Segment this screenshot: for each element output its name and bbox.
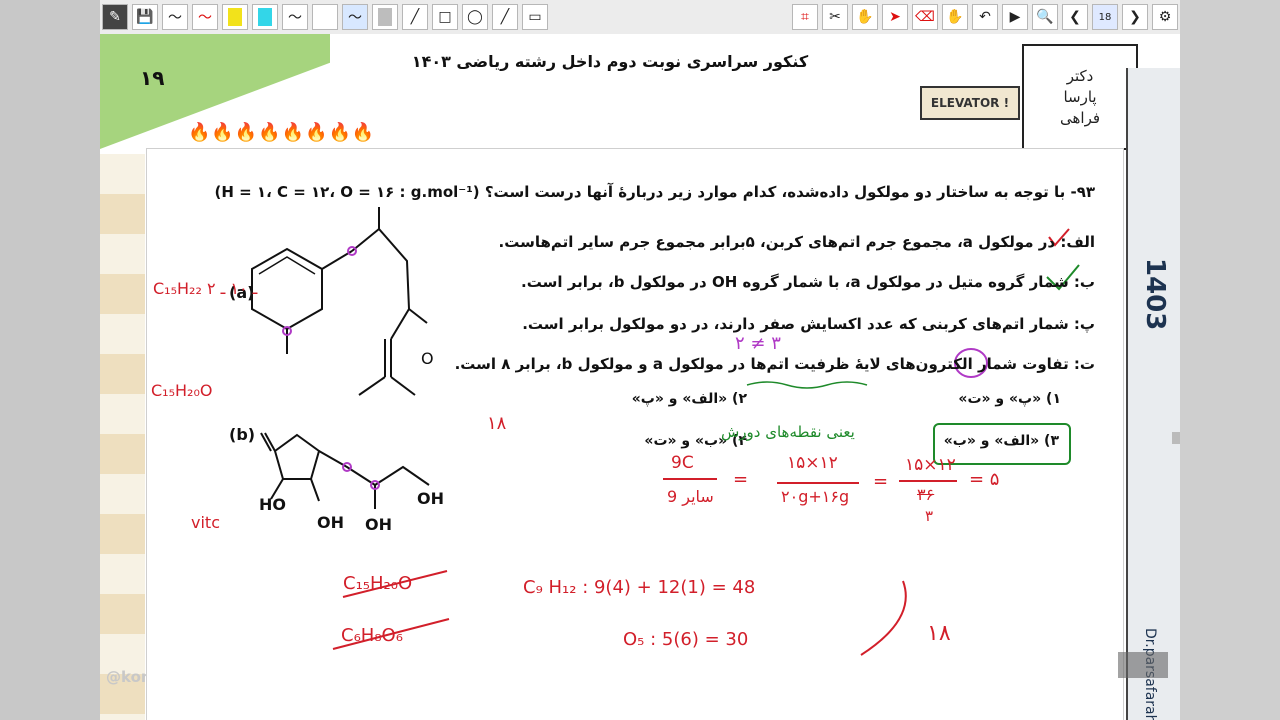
video-overlay-icon xyxy=(1118,652,1168,678)
fraction3-denominator-reduced: ۳ xyxy=(925,507,934,525)
pen-red-icon[interactable]: 〜 xyxy=(192,4,218,30)
hand-icon[interactable]: ✋ xyxy=(852,4,878,30)
choice-1[interactable]: ۱) «پ» و «ت» xyxy=(958,391,1061,407)
bond xyxy=(390,376,416,396)
bond xyxy=(358,376,386,396)
eighteen-note: ۱۸ xyxy=(487,413,507,434)
c6-formula-struck: C₆H₈O₆ xyxy=(341,625,403,646)
statement-p: پ: شمار اتم‌های کربنی که عدد اکسایش صفر … xyxy=(522,315,1095,333)
publisher-logo: دکتر پارسا فراهی xyxy=(1022,44,1138,150)
color-swatch xyxy=(378,8,392,26)
side-chain xyxy=(318,450,430,487)
result-five: = ۵ xyxy=(969,469,1000,490)
app-logo-icon[interactable]: ✎ xyxy=(102,4,128,30)
filled-rect-icon[interactable]: ▭ xyxy=(522,4,548,30)
undo-icon[interactable]: ↶ xyxy=(972,4,998,30)
fraction1-numerator: 9C xyxy=(671,453,694,473)
statement-t: ت: تفاوت شمار الکترون‌های لایهٔ ظرفیت ات… xyxy=(454,355,1095,373)
diagonal-line-icon[interactable]: ╱ xyxy=(492,4,518,30)
color-swatch xyxy=(258,8,272,26)
scrollbar-handle[interactable] xyxy=(1172,432,1180,444)
highlighter-yellow-icon[interactable] xyxy=(222,4,248,30)
vitc-note: vitc xyxy=(191,513,220,532)
logo-line: فراهی xyxy=(1059,108,1101,127)
elevator-sign: ELEVATOR ! xyxy=(920,86,1020,120)
red-bracket xyxy=(860,580,907,656)
right-sidebar-strip: 1403 Dr.parsafarahi xyxy=(1126,68,1180,720)
flames-decoration: 🔥🔥🔥🔥🔥🔥🔥🔥 xyxy=(188,122,376,143)
blank-tool-icon[interactable] xyxy=(312,4,338,30)
hand-alt-icon[interactable]: ✋ xyxy=(942,4,968,30)
question-card: ۹۳- با توجه به ساختار دو مولکول داده‌شده… xyxy=(146,148,1124,720)
left-gray-margin xyxy=(0,0,100,720)
prev-page-icon[interactable]: ❮ xyxy=(1062,4,1088,30)
search-icon[interactable]: 🔍 xyxy=(1032,4,1058,30)
choice-3[interactable]: ۳) «الف» و «ب» xyxy=(944,433,1059,449)
sum-line: C₉ H₁₂ : 9(4) + 12(1) = 48 xyxy=(523,577,756,598)
rectangle-icon[interactable]: □ xyxy=(432,4,458,30)
formula-a2-note: C₁₅H₂₀O xyxy=(151,381,213,400)
logo-line: دکتر xyxy=(1066,66,1094,85)
oh-label: OH xyxy=(317,513,344,532)
next-page-icon[interactable]: ❯ xyxy=(1122,4,1148,30)
highlighter-gray-icon[interactable] xyxy=(372,4,398,30)
statement-a: الف: در مولکول a، مجموع جرم اتم‌های کربن… xyxy=(498,233,1096,251)
eraser-icon[interactable]: ⌫ xyxy=(912,4,938,30)
page-number[interactable]: 18 xyxy=(1092,4,1118,30)
oh-label: OH xyxy=(417,489,444,508)
pen-black-icon[interactable]: 〜 xyxy=(162,4,188,30)
equals-sign: = xyxy=(873,471,889,492)
carbonyl-bond xyxy=(408,308,428,324)
color-swatch xyxy=(228,8,242,26)
ho-label: HO xyxy=(259,495,286,514)
formula-a-note: C₁₅H₂₂ ـ ۱۰ ـ ۲ xyxy=(153,279,258,298)
left-decoration-strip xyxy=(100,154,145,720)
scissors-icon[interactable]: ✂ xyxy=(822,4,848,30)
ellipse-icon[interactable]: ◯ xyxy=(462,4,488,30)
fraction3-denominator: ۳۶ xyxy=(917,485,935,504)
year-label: 1403 xyxy=(1140,258,1170,331)
oh-label: OH xyxy=(365,515,392,534)
settings-icon[interactable]: ⚙ xyxy=(1152,4,1178,30)
molecule-b-label: (b) xyxy=(229,425,256,444)
fraction2-denominator: ۲۰g+۱۶g xyxy=(781,487,850,506)
equals-sign: = xyxy=(733,469,749,490)
question-header: ۹۳- با توجه به ساختار دو مولکول داده‌شده… xyxy=(214,183,1096,201)
play-icon[interactable]: ▶ xyxy=(1002,4,1028,30)
right-gray-margin xyxy=(1180,0,1280,720)
oxygen-label: O xyxy=(421,349,434,368)
c15-formula-struck: C₁₅H₂₀O xyxy=(343,573,413,594)
bond xyxy=(310,478,320,502)
fraction3-numerator: ۱۵×۱۲ xyxy=(905,455,956,475)
annotation-toolbar: ✎ 💾 〜〜〜〜 ╱ □ ◯ ╱ ▭ ⌗ ✂ ✋ ➤ ⌫ ✋ ↶ ▶ 🔍 ❮ 18 ❯ ⚙ xyxy=(100,0,1180,35)
benzene-ring xyxy=(251,247,323,331)
fraction1-denominator: 9 سایر xyxy=(667,487,714,506)
bond xyxy=(321,250,353,270)
crop-icon[interactable]: ⌗ xyxy=(792,4,818,30)
highlighter-cyan-icon[interactable] xyxy=(252,4,278,30)
page-number-label: ۱۹ xyxy=(140,66,165,90)
line-icon[interactable]: ╱ xyxy=(402,4,428,30)
o5-line: O₅ : 5(6) = 30 xyxy=(623,629,749,650)
choice-2[interactable]: ۲) «الف» و «پ» xyxy=(632,391,747,407)
lactone-ring xyxy=(273,433,321,480)
carbon-chain xyxy=(351,227,411,340)
fraction2-numerator: ۱۵×۱۲ xyxy=(787,453,838,473)
neq-note: ۲ ≠ ۳ xyxy=(735,333,781,354)
pointer-icon[interactable]: ➤ xyxy=(882,4,908,30)
green-underline xyxy=(746,381,868,389)
statement-b: ب: شمار گروه متیل در مولکول a، با شمار گ… xyxy=(521,273,1095,291)
meaning-note: یعنی نقطه‌های دورش xyxy=(721,423,855,441)
pen-purple-icon[interactable]: 〜 xyxy=(342,4,368,30)
document-page: ۱۹ کنکور سراسری نوبت دوم داخل رشته ریاضی… xyxy=(100,34,1180,720)
logo-line: پارسا xyxy=(1063,87,1097,106)
eighteen-b-note: ۱۸ xyxy=(927,621,951,646)
save-icon[interactable]: 💾 xyxy=(132,4,158,30)
exam-title: کنکور سراسری نوبت دوم داخل رشته ریاضی ۱۴… xyxy=(411,52,809,71)
pen-thin-icon[interactable]: 〜 xyxy=(282,4,308,30)
